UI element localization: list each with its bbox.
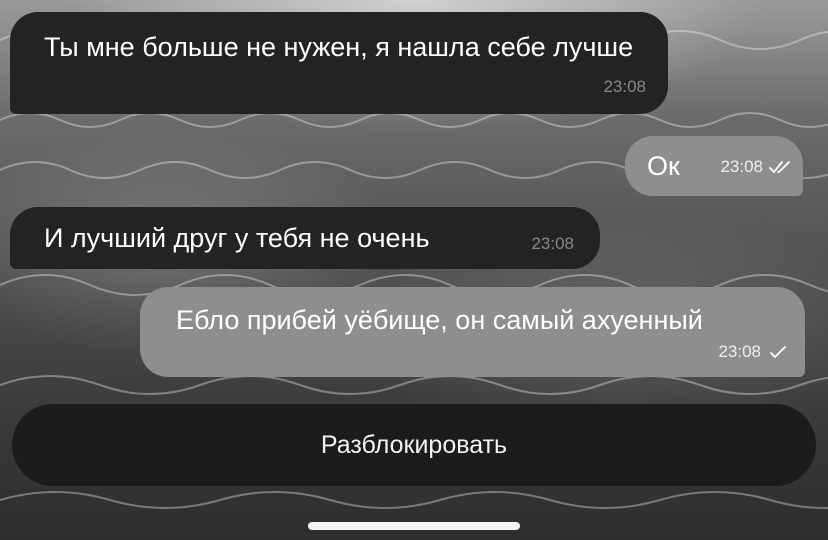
message-text: И лучший друг у тебя не очень bbox=[44, 223, 430, 253]
message-time: 23:08 bbox=[720, 157, 763, 176]
message-bubble-incoming[interactable]: И лучший друг у тебя не очень 23:08 bbox=[10, 207, 600, 269]
message-time: 23:08 bbox=[531, 234, 574, 253]
message-meta: 23:08 bbox=[603, 70, 646, 104]
message-text: Ебло прибей уёбище, он самый ахуенный bbox=[176, 305, 703, 335]
message-bubble-outgoing[interactable]: Ебло прибей уёбище, он самый ахуенный 23… bbox=[140, 287, 805, 377]
message-meta: 23:08 bbox=[720, 150, 791, 184]
home-indicator[interactable] bbox=[308, 522, 520, 530]
single-check-icon bbox=[770, 346, 786, 359]
message-bubble-incoming[interactable]: Ты мне больше не нужен, я нашла себе луч… bbox=[10, 12, 668, 114]
unblock-button[interactable]: Разблокировать bbox=[12, 404, 816, 486]
message-meta: 23:08 bbox=[718, 335, 789, 369]
message-time: 23:08 bbox=[718, 342, 761, 361]
message-meta: 23:08 bbox=[531, 227, 574, 261]
message-bubble-outgoing[interactable]: Ок 23:08 bbox=[625, 136, 803, 196]
message-time: 23:08 bbox=[603, 77, 646, 96]
double-check-icon bbox=[769, 161, 790, 174]
message-text: Ты мне больше не нужен, я нашла себе луч… bbox=[44, 32, 634, 62]
